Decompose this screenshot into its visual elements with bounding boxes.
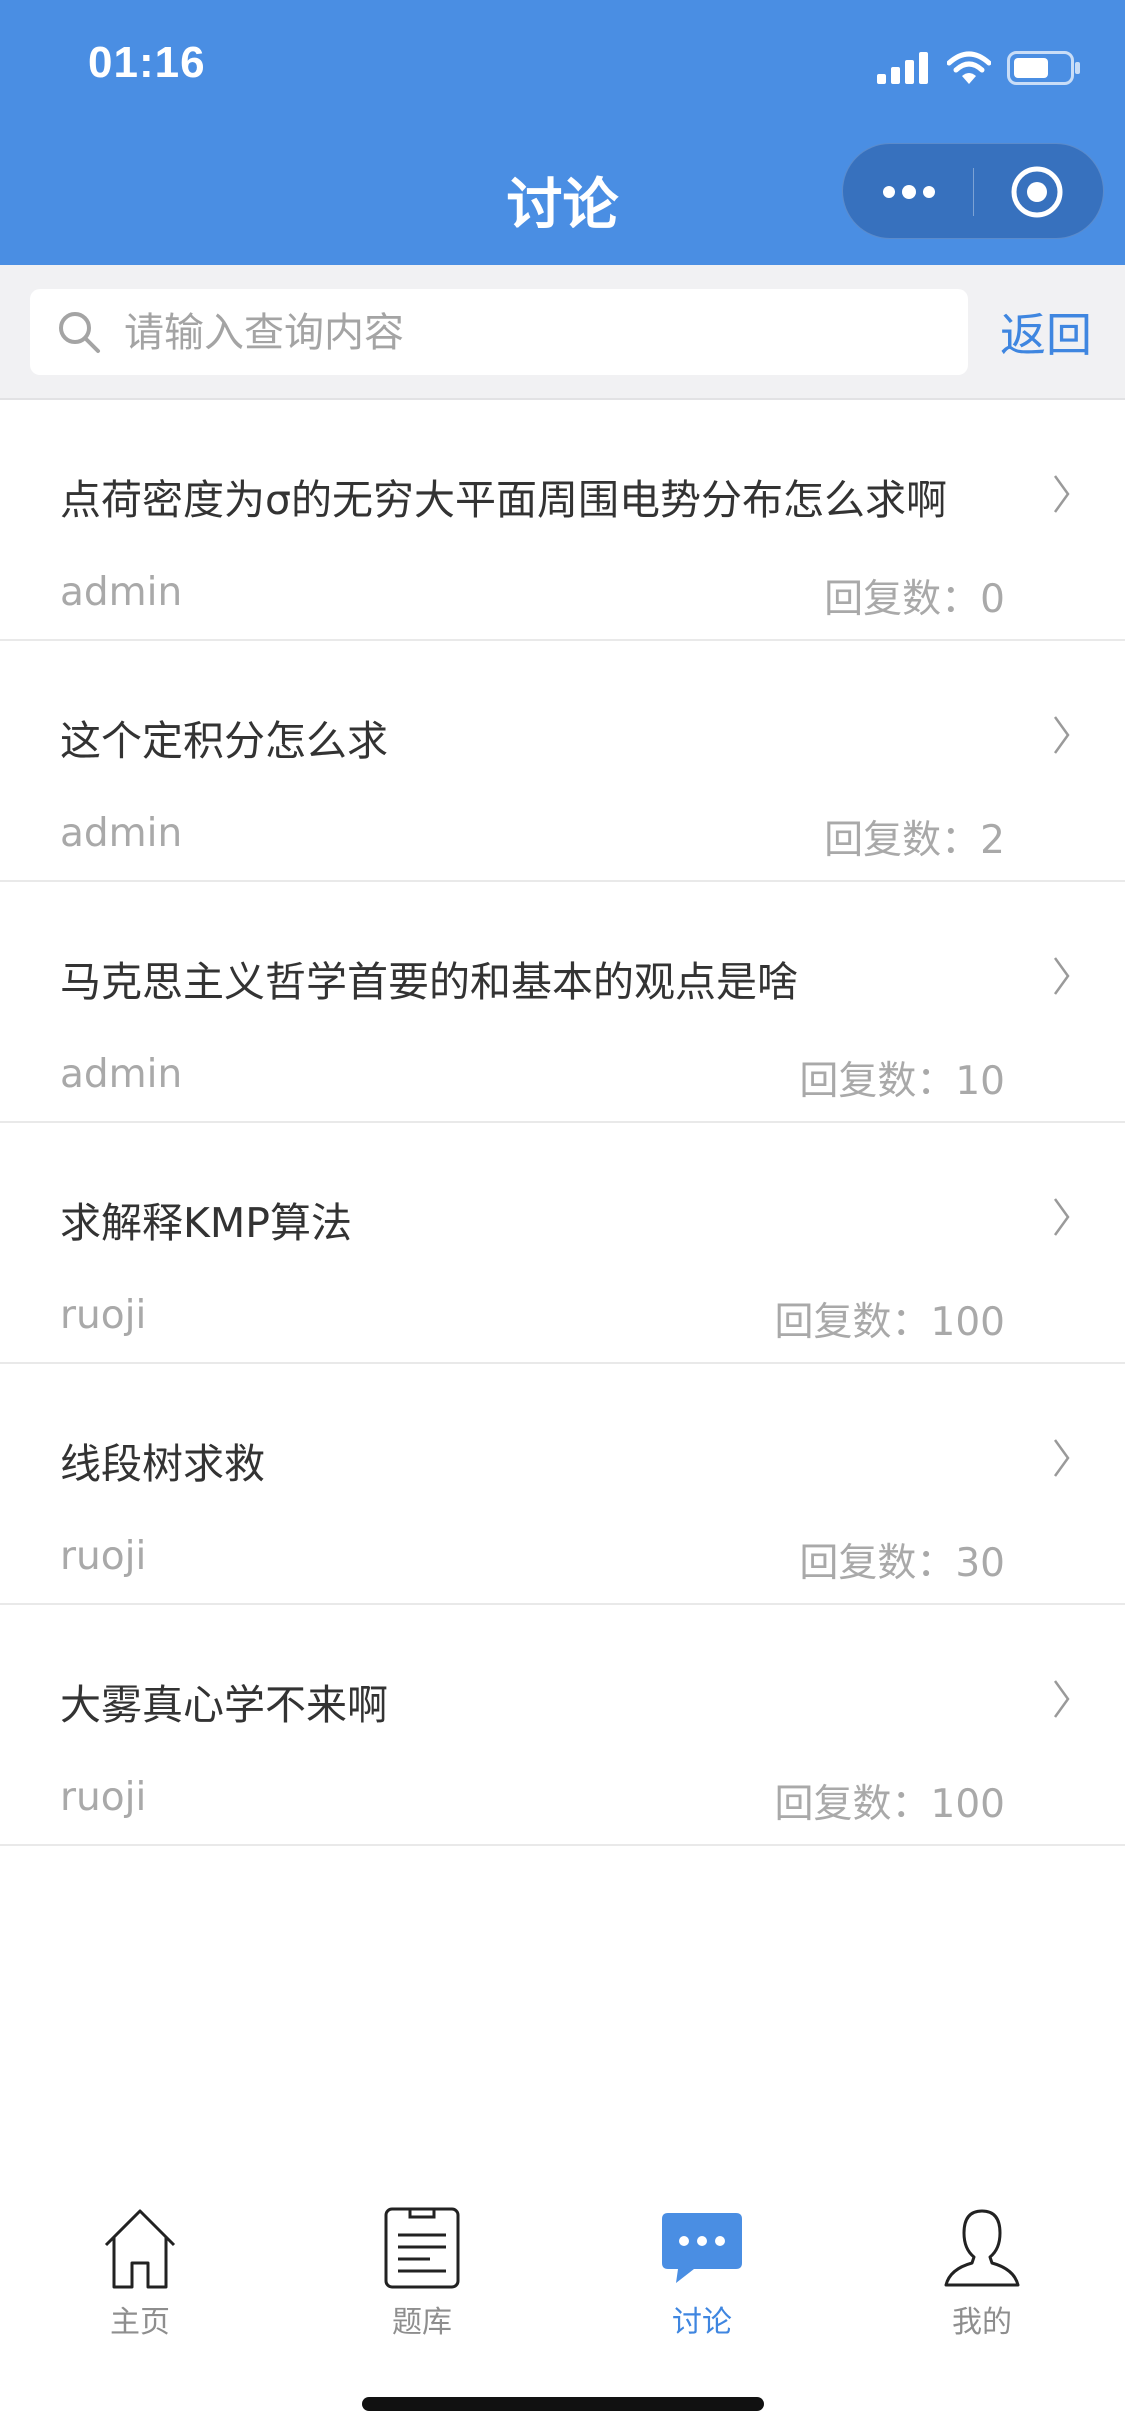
discussion-reply-count: 回复数：2: [824, 818, 1005, 863]
search-bar: 返回: [0, 265, 1125, 400]
discussion-author: admin: [60, 570, 183, 615]
chevron-right-icon: [1053, 475, 1070, 513]
search-box: [30, 289, 968, 377]
chevron-right-icon: [1053, 957, 1070, 995]
tab-questions[interactable]: 题库: [322, 2205, 522, 2345]
discussion-item[interactable]: 线段树求救 ruoji 回复数：30: [0, 1364, 1125, 1605]
discussion-reply-count: 回复数：10: [799, 1059, 1005, 1104]
discussion-title: 大雾真心学不来啊: [60, 1681, 388, 1729]
home-icon: [104, 2209, 176, 2289]
discussion-author: admin: [60, 811, 183, 856]
discussion-title: 这个定积分怎么求: [60, 717, 388, 765]
discussion-title: 马克思主义哲学首要的和基本的观点是啥: [60, 958, 798, 1006]
discussion-item[interactable]: 马克思主义哲学首要的和基本的观点是啥 admin 回复数：10: [0, 882, 1125, 1123]
tab-mine-label: 我的: [952, 2305, 1012, 2340]
nav-header: 01:16 讨论: [0, 0, 1125, 265]
chat-bubble-icon: [662, 2213, 742, 2283]
chevron-right-icon: [1053, 1680, 1070, 1718]
capsule-divider: [973, 168, 974, 216]
discussion-item[interactable]: 大雾真心学不来啊 ruoji 回复数：100: [0, 1605, 1125, 1846]
tab-discuss-label: 讨论: [672, 2305, 732, 2340]
discussion-author: ruoji: [60, 1293, 147, 1338]
discussion-title: 求解释KMP算法: [60, 1199, 352, 1247]
discussion-author: admin: [60, 1052, 183, 1097]
discussion-item[interactable]: 求解释KMP算法 ruoji 回复数：100: [0, 1123, 1125, 1364]
tab-home[interactable]: 主页: [40, 2205, 240, 2345]
discussion-item[interactable]: 点荷密度为σ的无穷大平面周围电势分布怎么求啊 admin 回复数：0: [0, 400, 1125, 641]
tab-mine[interactable]: 我的: [882, 2205, 1082, 2345]
discussion-title: 点荷密度为σ的无穷大平面周围电势分布怎么求啊: [60, 476, 947, 524]
mini-program-capsule: [842, 143, 1104, 239]
discussion-reply-count: 回复数：100: [774, 1300, 1005, 1345]
discussion-list: 点荷密度为σ的无穷大平面周围电势分布怎么求啊 admin 回复数：0 这个定积分…: [0, 400, 1125, 1846]
search-input[interactable]: [122, 289, 946, 377]
discussion-reply-count: 回复数：100: [774, 1782, 1005, 1827]
chevron-right-icon: [1053, 716, 1070, 754]
signal-icon: [877, 52, 928, 84]
discussion-reply-count: 回复数：0: [824, 577, 1005, 622]
discussion-author: ruoji: [60, 1534, 147, 1579]
question-bank-icon: [384, 2207, 460, 2289]
discussion-item[interactable]: 这个定积分怎么求 admin 回复数：2: [0, 641, 1125, 882]
search-icon: [59, 312, 100, 353]
home-indicator: [362, 2397, 764, 2411]
discussion-reply-count: 回复数：30: [799, 1541, 1005, 1586]
tab-questions-label: 题库: [392, 2305, 452, 2340]
chevron-right-icon: [1053, 1439, 1070, 1477]
chevron-right-icon: [1053, 1198, 1070, 1236]
back-link[interactable]: 返回: [1000, 299, 1092, 365]
battery-icon: [1007, 51, 1080, 85]
discussion-author: ruoji: [60, 1775, 147, 1820]
discussion-title: 线段树求救: [60, 1440, 265, 1488]
wifi-icon: [947, 51, 991, 84]
close-target-icon[interactable]: [1009, 164, 1065, 220]
user-icon: [944, 2209, 1020, 2287]
tab-discuss[interactable]: 讨论: [602, 2205, 802, 2345]
status-time: 01:16: [88, 38, 206, 87]
tab-home-label: 主页: [110, 2305, 170, 2340]
more-icon[interactable]: [879, 172, 939, 212]
status-icons: [877, 48, 1081, 88]
